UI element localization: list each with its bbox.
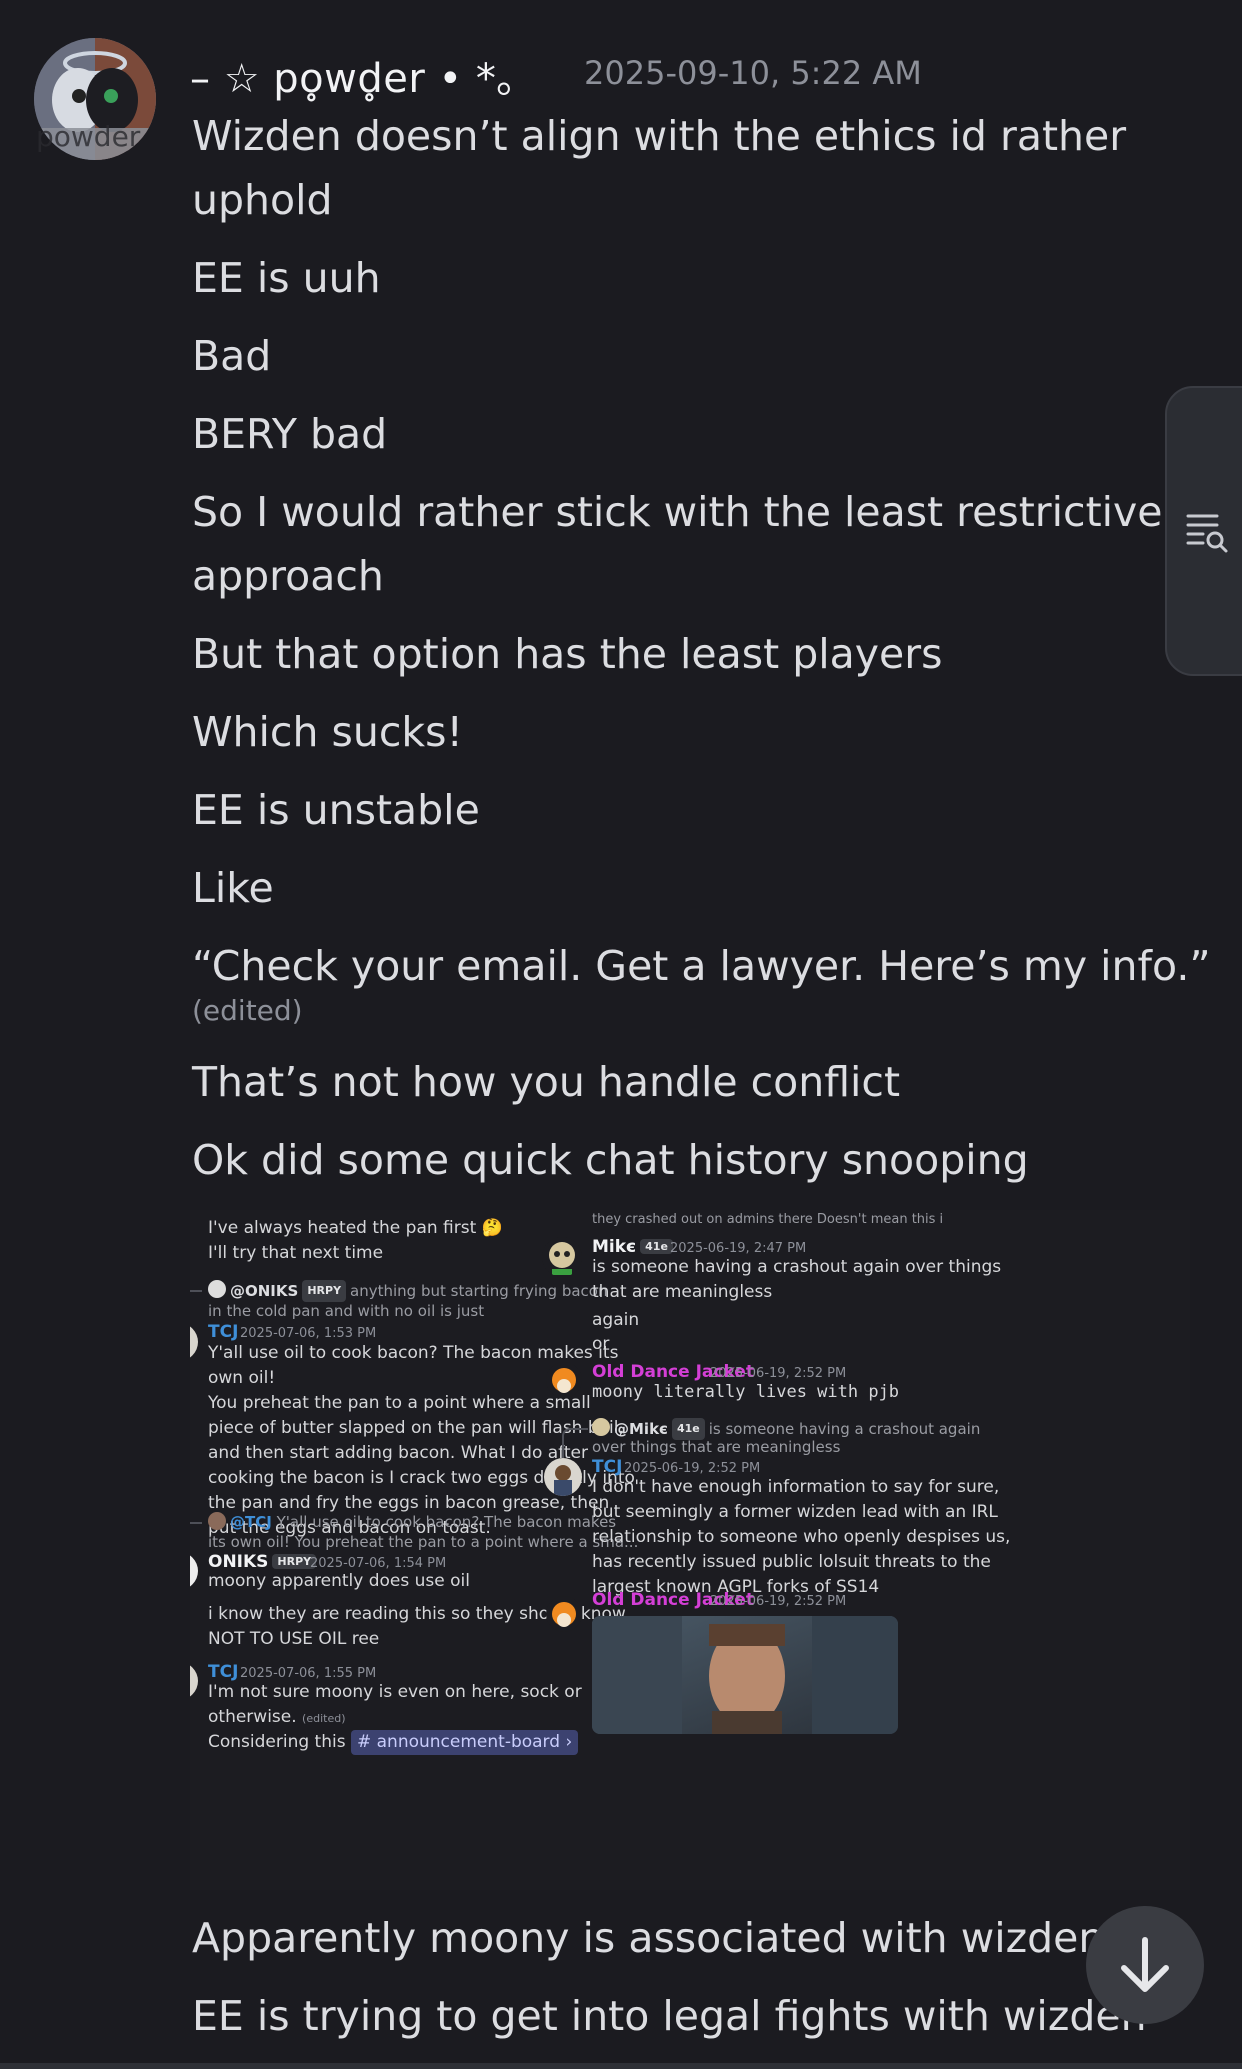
author-name[interactable]: – ☆ po̥wd̥er • *｡ (190, 46, 517, 104)
reply-preview[interactable]: @TCJ Y'all use oil to cook bacon? The ba… (230, 1512, 616, 1532)
message-line: approach (192, 552, 384, 600)
reply-text: over things that are meaningless (592, 1438, 841, 1456)
chat-line: again (592, 1310, 640, 1330)
chat-line: moony apparently does use oil (208, 1571, 470, 1591)
message-line: EE is trying to get into legal fights wi… (192, 1992, 1147, 2040)
chat-text-cut: they crashed out on admins there Doesn't… (592, 1212, 944, 1227)
reply-connector (190, 1522, 202, 1552)
chat-line: own oil! (208, 1368, 276, 1388)
image-attachment[interactable]: I've always heated the pan first 🤔 I'll … (190, 1210, 1190, 1890)
message-line: Ok did some quick chat history snooping (192, 1136, 1029, 1184)
chat-line: I don't have enough information to say f… (592, 1477, 1000, 1497)
channel-mention[interactable]: # announcement-board › (350, 1730, 579, 1755)
message-line: Like (192, 864, 274, 912)
chat-line: that are meaningless (592, 1282, 773, 1302)
reply-user: @Mikє (614, 1420, 668, 1438)
chat-timestamp: 2025-06-19, 2:52 PM (624, 1461, 761, 1476)
chat-author[interactable]: TCJ (208, 1662, 238, 1682)
chat-line: cooking the bacon is I crack two eggs di… (208, 1468, 635, 1488)
chat-line: otherwise. (edited) (208, 1705, 346, 1731)
reply-text: is someone having a crashout again (708, 1420, 981, 1438)
edited-label: (edited) (302, 1712, 346, 1725)
chat-message: Y'all use oil to cook bacon? The bacon m… (208, 1341, 635, 1541)
user-avatar[interactable] (546, 1596, 582, 1632)
user-avatar[interactable] (190, 1323, 198, 1361)
reply-text: its own oil! You preheat the pan to a po… (208, 1533, 639, 1551)
message-line: Wizden doesn’t align with the ethics id … (192, 112, 1127, 160)
chat-line: Y'all use oil to cook bacon? The bacon m… (208, 1343, 619, 1363)
message-timestamp: 2025-09-10, 5:22 AM (584, 54, 922, 92)
author-name-text: Mikє (592, 1237, 637, 1257)
chat-timestamp: 2025-06-19, 2:47 PM (670, 1241, 807, 1256)
user-avatar[interactable] (190, 1552, 198, 1590)
message-line: EE is uuh (192, 254, 381, 302)
reply-text: Y'all use oil to cook bacon? The bacon m… (276, 1513, 617, 1531)
reply-user: @TCJ (230, 1513, 272, 1531)
message-line: But that option has the least players (192, 630, 943, 678)
message-line: Bad (192, 332, 272, 380)
user-avatar[interactable] (546, 1362, 582, 1398)
chat-line: is someone having a crashout again over … (592, 1257, 1002, 1277)
reply-avatar (208, 1512, 226, 1530)
reply-text: anything but starting frying bacon (350, 1282, 608, 1300)
message-line: Which sucks! (192, 708, 463, 756)
avatar-label: powder (36, 120, 141, 153)
user-avatar[interactable] (542, 1237, 582, 1277)
chat-text: I'll try that next time (208, 1243, 384, 1263)
chat-line: or (592, 1334, 610, 1354)
chat-line: and then start adding bacon. What I do a… (208, 1443, 588, 1463)
message-line: So I would rather stick with the least r… (192, 488, 1163, 536)
reply-user: @ONIKS (230, 1282, 299, 1300)
edited-label: (edited) (192, 994, 303, 1027)
role-badge: HRPY (302, 1280, 347, 1302)
chat-timestamp: 2025-07-06, 1:55 PM (240, 1666, 377, 1681)
reply-avatar (208, 1280, 226, 1298)
chat-line: moony literally lives with pjb (592, 1382, 900, 1402)
chat-author[interactable]: TCJ (592, 1457, 622, 1477)
reply-connector (190, 1290, 202, 1320)
message-line: uphold (192, 176, 333, 224)
chat-line: I'm not sure moony is even on here, sock… (208, 1682, 582, 1702)
chat-line: piece of butter slapped on the pan will … (208, 1418, 624, 1438)
chat-timestamp: 2025-07-06, 1:53 PM (240, 1326, 377, 1341)
message-line: BERY bad (192, 410, 388, 458)
user-avatar[interactable] (544, 1458, 582, 1496)
chat-line: NOT TO USE OIL ree (208, 1629, 380, 1649)
chat-line: but seemingly a former wizden lead with … (592, 1502, 998, 1522)
reply-avatar (592, 1418, 610, 1436)
chat-author[interactable]: Mikє 41e (592, 1237, 677, 1257)
chat-line: Considering this # announcement-board › (208, 1730, 579, 1755)
chat-line: relationship to someone who openly despi… (592, 1527, 1011, 1547)
chat-line-text: otherwise. (208, 1707, 297, 1727)
chat-line-text: Considering this (208, 1732, 346, 1752)
gif-attachment[interactable] (592, 1616, 898, 1734)
bottom-divider (0, 2063, 1242, 2069)
chat-line: has recently issued public lolsuit threa… (592, 1552, 991, 1572)
message-line: Apparently moony is associated with wizd… (192, 1914, 1105, 1962)
arrow-down-icon (1121, 1937, 1169, 1992)
reply-preview[interactable]: @ONIKS HRPY anything but starting frying b… (230, 1280, 608, 1302)
chat-line: You preheat the pan to a point where a s… (208, 1393, 591, 1413)
reply-connector (562, 1428, 588, 1458)
chat-timestamp: 2025-06-19, 2:52 PM (710, 1366, 847, 1381)
chat-message: I don't have enough information to say f… (592, 1475, 1010, 1600)
chat-timestamp: 2025-06-19, 2:52 PM (710, 1594, 847, 1609)
message-line: EE is unstable (192, 786, 480, 834)
role-badge: 41e (640, 1239, 673, 1254)
user-avatar[interactable] (190, 1662, 198, 1700)
message-line: That’s not how you handle conflict (192, 1058, 901, 1106)
scroll-to-bottom-button[interactable] (1086, 1906, 1204, 2024)
chat-author[interactable]: TCJ (208, 1322, 238, 1342)
message-line: “Check your email. Get a lawyer. Here’s … (192, 942, 1211, 990)
search-list-icon[interactable] (1185, 510, 1229, 554)
reply-text: in the cold pan and with no oil is just (208, 1302, 485, 1320)
chat-text: I've always heated the pan first 🤔 (208, 1218, 503, 1238)
